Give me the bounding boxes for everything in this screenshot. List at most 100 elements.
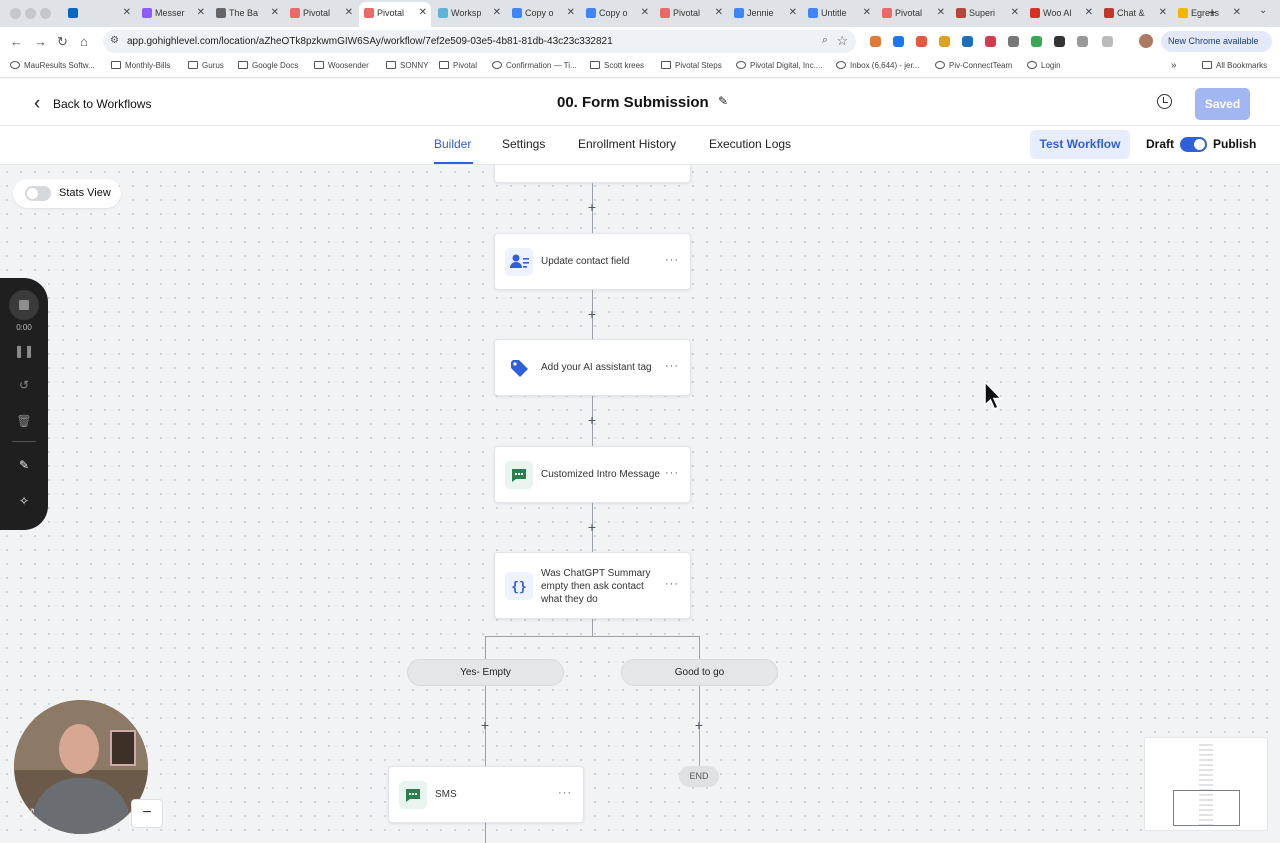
browser-tab[interactable]: Superi ✕	[951, 2, 1023, 25]
tab-close-icon[interactable]: ✕	[1011, 7, 1019, 18]
add-step-button[interactable]: +	[585, 307, 599, 321]
tab-close-icon[interactable]: ✕	[567, 7, 575, 18]
tab-close-icon[interactable]: ✕	[419, 7, 427, 18]
test-workflow-button[interactable]: Test Workflow	[1030, 130, 1130, 159]
extension-icon[interactable]	[1054, 36, 1065, 47]
bookmark-item[interactable]: Monthly-Bills	[111, 61, 170, 70]
canvas-minimap[interactable]	[1144, 737, 1268, 831]
minimap-viewport[interactable]	[1173, 790, 1240, 826]
fullscreen-expand-icon[interactable]: ⤢	[14, 799, 44, 828]
bookmark-item[interactable]: Pivotal Steps	[661, 61, 722, 70]
tab-close-icon[interactable]: ✕	[123, 7, 131, 18]
edit-title-pencil-icon[interactable]: ✎	[718, 94, 728, 108]
node-more-options-icon[interactable]: ···	[665, 360, 679, 372]
tab-close-icon[interactable]: ✕	[937, 7, 945, 18]
branch-good-to-go[interactable]: Good to go	[621, 659, 778, 686]
tab-close-icon[interactable]: ✕	[1085, 7, 1093, 18]
zoom-out-button[interactable]: −	[131, 799, 163, 828]
magic-effects-icon[interactable]: ✧	[0, 494, 48, 508]
pause-icon[interactable]: ❚❚	[0, 344, 48, 358]
stats-view-toggle[interactable]	[25, 186, 51, 201]
tab-settings[interactable]: Settings	[502, 137, 545, 151]
workflow-title[interactable]: 00. Form Submission	[557, 94, 709, 111]
bookmark-item[interactable]: Google Docs	[238, 61, 298, 70]
forward-arrow-icon[interactable]: →	[34, 34, 47, 49]
bookmark-item[interactable]: Confirmation — Ti...	[492, 61, 577, 70]
tab-close-icon[interactable]: ✕	[1233, 7, 1241, 18]
site-settings-icon[interactable]: ⚙	[110, 35, 119, 46]
profile-avatar[interactable]	[1139, 34, 1153, 48]
restart-icon[interactable]: ↺	[0, 378, 48, 392]
workflow-node-update-contact-field[interactable]: Update contact field ···	[494, 233, 691, 290]
extension-icon[interactable]	[916, 36, 927, 47]
tab-close-icon[interactable]: ✕	[1159, 7, 1167, 18]
extension-icon[interactable]	[1008, 36, 1019, 47]
tab-search-chevron-icon[interactable]: ⌄	[1259, 5, 1267, 16]
bookmark-item[interactable]: Pivotal Digital, Inc....	[736, 61, 822, 70]
tab-close-icon[interactable]: ✕	[641, 7, 649, 18]
browser-tab[interactable]: Pivotal ✕	[359, 2, 431, 27]
tab-builder[interactable]: Builder	[434, 137, 471, 151]
browser-tab[interactable]: Copy o ✕	[581, 2, 653, 25]
add-step-button[interactable]: +	[692, 718, 706, 732]
browser-tab[interactable]: Pivotal ✕	[655, 2, 727, 25]
browser-tab[interactable]: Jennie ✕	[729, 2, 801, 25]
bookmark-item[interactable]: Scott krees	[590, 61, 644, 70]
bookmark-item[interactable]: Woosender	[314, 61, 369, 70]
tab-close-icon[interactable]: ✕	[715, 7, 723, 18]
address-bar[interactable]: ⚙ app.gohighlevel.com/location/aZheOTk8p…	[103, 30, 856, 53]
extension-icon[interactable]	[893, 36, 904, 47]
browser-tab[interactable]: Pivotal ✕	[877, 2, 949, 25]
workflow-node-condition[interactable]: {} Was ChatGPT Summary empty then ask co…	[494, 552, 691, 619]
browser-tab[interactable]: The Ba ✕	[211, 2, 283, 25]
url-text[interactable]: app.gohighlevel.com/location/aZheOTk8pzk…	[127, 36, 613, 47]
tab-close-icon[interactable]: ✕	[789, 7, 797, 18]
workflow-node-add-tag[interactable]: Add your AI assistant tag ···	[494, 339, 691, 396]
browser-tab[interactable]: Chat & ✕	[1099, 2, 1171, 25]
bookmarks-overflow-button[interactable]: »	[1171, 60, 1177, 71]
back-arrow-icon[interactable]: ←	[10, 34, 23, 49]
extension-icon[interactable]	[870, 36, 881, 47]
workflow-node-sms[interactable]: SMS ···	[388, 766, 584, 823]
publish-toggle[interactable]	[1180, 137, 1207, 152]
tab-close-icon[interactable]: ✕	[863, 7, 871, 18]
home-icon[interactable]: ⌂	[80, 34, 88, 49]
workflow-node-partial[interactable]	[494, 165, 691, 183]
node-more-options-icon[interactable]: ···	[665, 254, 679, 266]
node-more-options-icon[interactable]: ···	[558, 787, 572, 799]
branch-yes-empty[interactable]: Yes- Empty	[407, 659, 564, 686]
window-close-dot[interactable]	[10, 8, 21, 19]
bookmark-item[interactable]: Piv-ConnectTeam	[935, 61, 1012, 70]
browser-tab[interactable]: ✕	[63, 2, 135, 25]
node-more-options-icon[interactable]: ···	[665, 467, 679, 479]
draw-pen-icon[interactable]: ✎	[0, 458, 48, 472]
bookmark-item[interactable]: Gurus	[188, 61, 224, 70]
tab-execution-logs[interactable]: Execution Logs	[709, 137, 791, 151]
browser-tab[interactable]: Messer ✕	[137, 2, 209, 25]
window-zoom-dot[interactable]	[40, 8, 51, 19]
reload-icon[interactable]: ↻	[57, 34, 68, 50]
all-bookmarks-folder[interactable]: All Bookmarks	[1202, 61, 1267, 70]
workflow-node-intro-message[interactable]: Customized Intro Message ···	[494, 446, 691, 503]
tab-close-icon[interactable]: ✕	[271, 7, 279, 18]
window-minimize-dot[interactable]	[25, 8, 36, 19]
extension-icon[interactable]	[962, 36, 973, 47]
browser-tab[interactable]: Copy o ✕	[507, 2, 579, 25]
browser-tab[interactable]: Untitle ✕	[803, 2, 875, 25]
browser-tab[interactable]: Pivotal ✕	[285, 2, 357, 25]
browser-tab[interactable]: Worksp ✕	[433, 2, 505, 25]
stats-view-switch[interactable]: Stats View	[13, 179, 121, 208]
tab-close-icon[interactable]: ✕	[493, 7, 501, 18]
tab-close-icon[interactable]: ✕	[345, 7, 353, 18]
extension-icon[interactable]	[1077, 36, 1088, 47]
workflow-canvas[interactable]: Stats View + + + + + + Update contact fi…	[0, 165, 1280, 843]
browser-tab[interactable]: Woo Al ✕	[1025, 2, 1097, 25]
extensions-puzzle-icon[interactable]	[1102, 36, 1113, 47]
tab-enrollment-history[interactable]: Enrollment History	[578, 137, 676, 151]
extension-icon[interactable]	[985, 36, 996, 47]
saved-button[interactable]: Saved	[1195, 88, 1250, 120]
trash-icon[interactable]: 🗑	[0, 414, 48, 428]
add-step-button[interactable]: +	[585, 413, 599, 427]
bookmark-star-icon[interactable]: ☆	[836, 33, 848, 49]
bookmark-item[interactable]: Inbox (6,644) - jer...	[836, 61, 919, 70]
